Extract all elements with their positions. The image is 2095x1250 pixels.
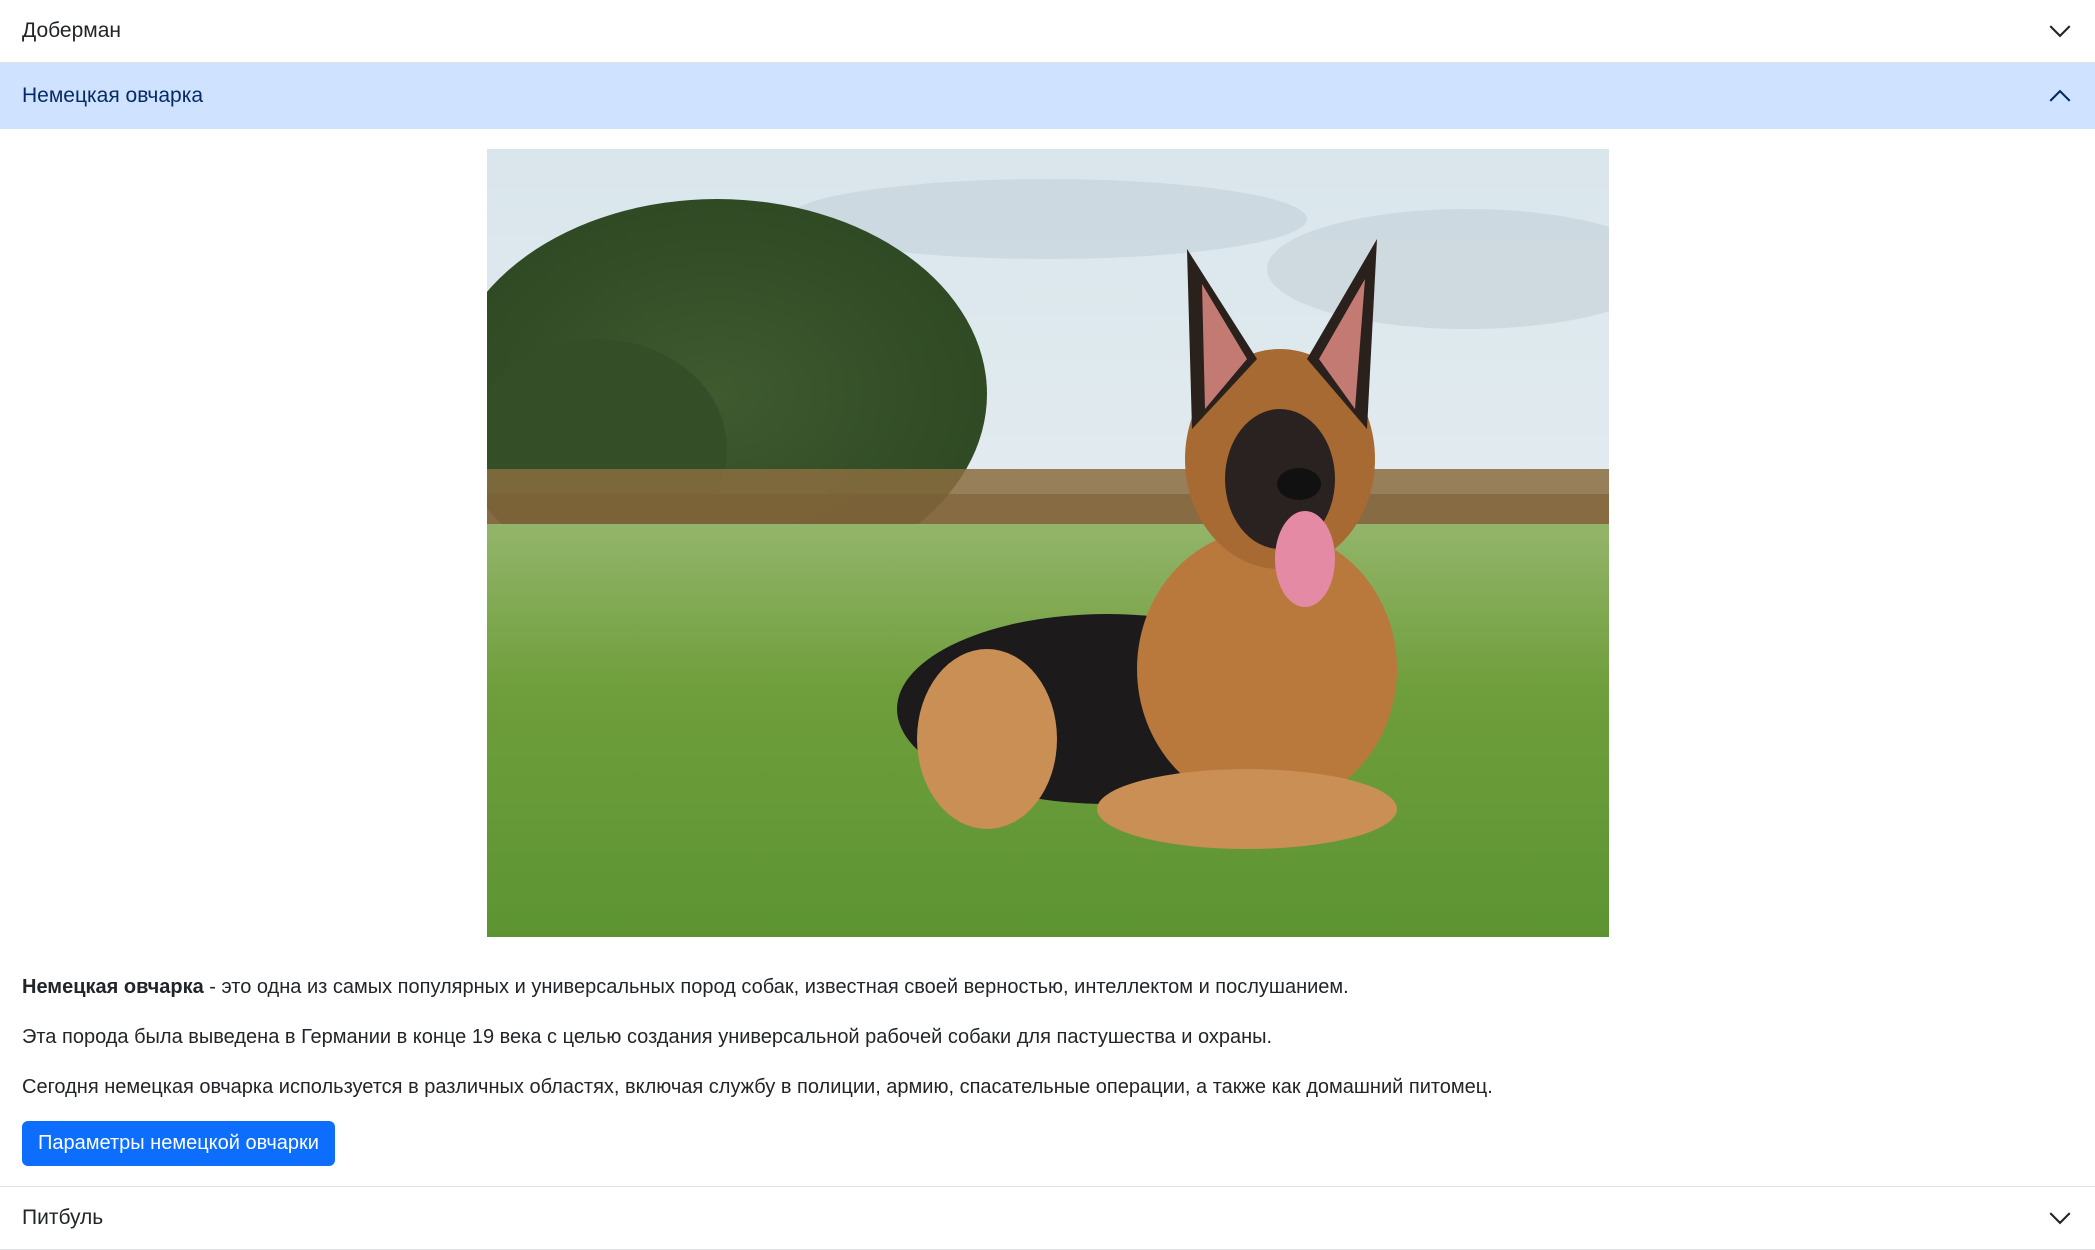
description: Немецкая овчарка - это одна из самых поп… — [22, 973, 2073, 1101]
accordion-header-pitbull[interactable]: Питбуль — [0, 1187, 2095, 1249]
breed-name-bold: Немецкая овчарка — [22, 976, 204, 998]
chevron-down-icon — [2047, 18, 2073, 44]
accordion-header-doberman[interactable]: Доберман — [0, 0, 2095, 62]
shepherd-parameters-button[interactable]: Параметры немецкой овчарки — [22, 1121, 335, 1166]
accordion-body-german-shepherd: Немецкая овчарка - это одна из самых поп… — [0, 129, 2095, 1186]
accordion-header-german-shepherd[interactable]: Немецкая овчарка — [0, 63, 2095, 129]
description-intro: Немецкая овчарка - это одна из самых поп… — [22, 973, 2073, 1001]
accordion-item-pitbull: Питбуль — [0, 1187, 2095, 1250]
photo-container — [22, 149, 2073, 937]
accordion-item-german-shepherd: Немецкая овчарка Немецкая овчарка - это … — [0, 63, 2095, 1187]
description-history: Эта порода была выведена в Германии в ко… — [22, 1026, 1273, 1048]
chevron-down-icon — [2047, 1205, 2073, 1231]
intro-text: - это одна из самых популярных и универс… — [203, 976, 1349, 998]
accordion-header-label: Питбуль — [22, 1206, 104, 1229]
chevron-up-icon — [2047, 83, 2073, 109]
breeds-accordion: Доберман Немецкая овчарка Немецкая овчар… — [0, 0, 2095, 1250]
german-shepherd-photo — [486, 149, 1609, 937]
accordion-item-doberman: Доберман — [0, 0, 2095, 63]
description-today: Сегодня немецкая овчарка используется в … — [22, 1076, 1493, 1098]
accordion-header-label: Немецкая овчарка — [22, 84, 204, 107]
accordion-header-label: Доберман — [22, 19, 122, 42]
